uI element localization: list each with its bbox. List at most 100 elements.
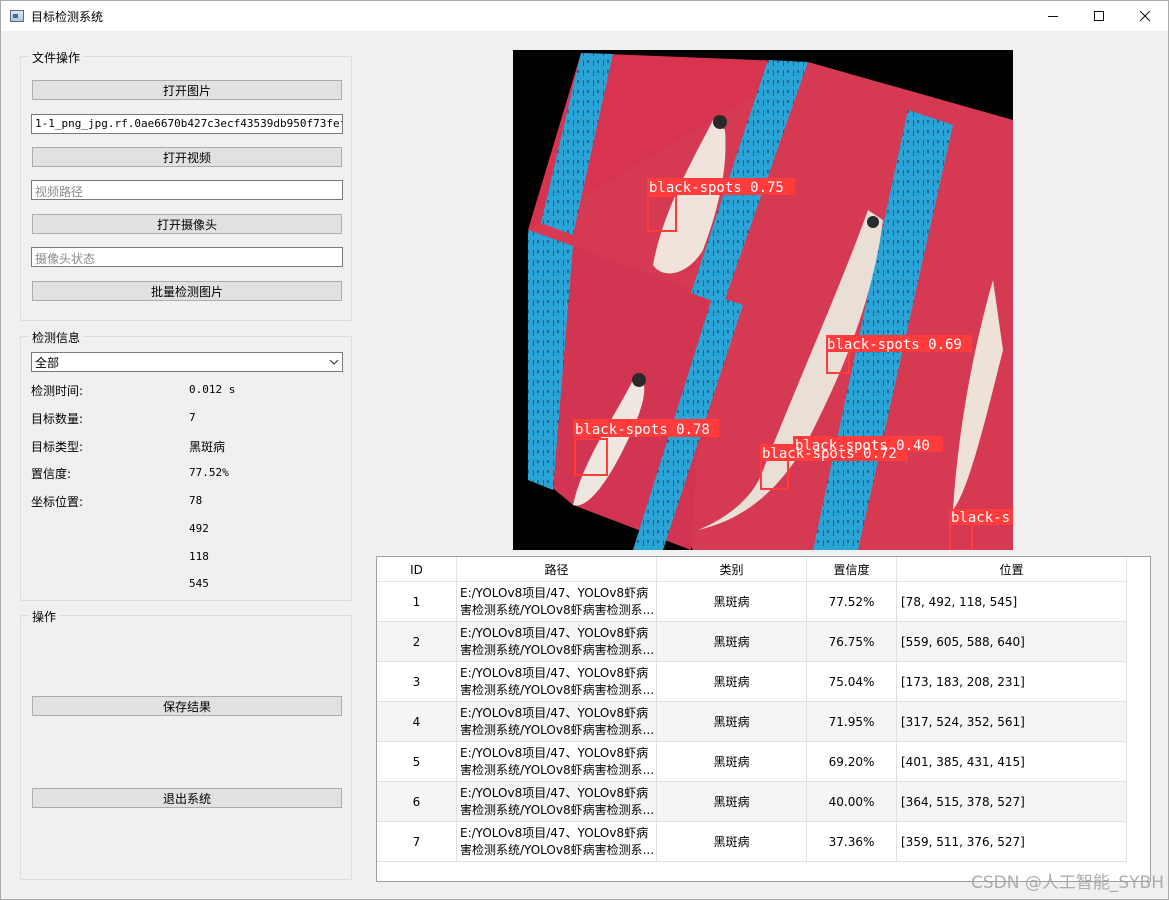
cell-class: 黑斑病 (657, 622, 807, 661)
cell-confidence: 37.36% (807, 822, 897, 861)
cell-path-line1: E:/YOLOv8项目/47、YOLOv8虾病 (460, 785, 649, 800)
position-label: 坐标位置: (31, 495, 84, 509)
file-operations-title: 文件操作 (29, 49, 84, 66)
window-title: 目标检测系统 (31, 9, 104, 24)
table-row[interactable]: 7 E:/YOLOv8项目/47、YOLOv8虾病 害检测系统/YOLOv8虾病害… (377, 822, 1127, 862)
open-image-button[interactable]: 打开图片 (32, 80, 342, 100)
cell-id: 1 (377, 582, 457, 621)
detection-info-group: 检测信息 全部 检测时间: 0.012 s 目标数量: 7 目标类型: 黑斑病 … (20, 329, 352, 601)
cell-path: E:/YOLOv8项目/47、YOLOv8虾病 害检测系统/YOLOv8虾病害检测… (457, 622, 657, 661)
maximize-icon (1093, 10, 1104, 21)
header-confidence[interactable]: 置信度 (807, 557, 897, 582)
cell-path-line1: E:/YOLOv8项目/47、YOLOv8虾病 (460, 745, 649, 760)
cell-id: 5 (377, 742, 457, 781)
detection-info-title: 检测信息 (29, 329, 84, 346)
cell-confidence: 40.00% (807, 782, 897, 821)
cell-class: 黑斑病 (657, 662, 807, 701)
target-count-value: 7 (189, 411, 196, 424)
cell-path-line2: 害检测系统/YOLOv8虾病害检测系... (460, 722, 655, 737)
target-filter-select[interactable]: 全部 (31, 352, 343, 372)
cell-id: 4 (377, 702, 457, 741)
cell-path: E:/YOLOv8项目/47、YOLOv8虾病 害检测系统/YOLOv8虾病害检测… (457, 822, 657, 861)
cell-class: 黑斑病 (657, 822, 807, 861)
chevron-down-icon (329, 359, 339, 365)
position-xmax: 118 (189, 550, 209, 563)
main-window: 目标检测系统 文件操作 打开图片 1-1_png_jpg.rf.0ae6670b… (0, 0, 1169, 900)
table-row[interactable]: 4 E:/YOLOv8项目/47、YOLOv8虾病 害检测系统/YOLOv8虾病害… (377, 702, 1127, 742)
confidence-label: 置信度: (31, 467, 72, 481)
file-operations-group: 文件操作 打开图片 1-1_png_jpg.rf.0ae6670b427c3ec… (20, 49, 352, 321)
cell-path: E:/YOLOv8项目/47、YOLOv8虾病 害检测系统/YOLOv8虾病害检测… (457, 742, 657, 781)
cell-path: E:/YOLOv8项目/47、YOLOv8虾病 害检测系统/YOLOv8虾病害检测… (457, 662, 657, 701)
cell-position: [78, 492, 118, 545] (897, 582, 1127, 621)
cell-path-line1: E:/YOLOv8项目/47、YOLOv8虾病 (460, 705, 649, 720)
cell-path-line2: 害检测系统/YOLOv8虾病害检测系... (460, 842, 655, 857)
detection-label-1: black-spots 0.75 (649, 180, 784, 196)
header-id[interactable]: ID (377, 557, 457, 582)
cell-path: E:/YOLOv8项目/47、YOLOv8虾病 害检测系统/YOLOv8虾病害检测… (457, 582, 657, 621)
table-row[interactable]: 2 E:/YOLOv8项目/47、YOLOv8虾病 害检测系统/YOLOv8虾病害… (377, 622, 1127, 662)
save-result-button[interactable]: 保存结果 (32, 696, 342, 716)
table-row[interactable]: 6 E:/YOLOv8项目/47、YOLOv8虾病 害检测系统/YOLOv8虾病害… (377, 782, 1127, 822)
cell-confidence: 77.52% (807, 582, 897, 621)
detection-label-2: black-spots 0.69 (827, 337, 962, 353)
header-path[interactable]: 路径 (457, 557, 657, 582)
header-position[interactable]: 位置 (897, 557, 1127, 582)
cell-path-line2: 害检测系统/YOLOv8虾病害检测系... (460, 682, 655, 697)
cell-id: 7 (377, 822, 457, 861)
cell-position: [173, 183, 208, 231] (897, 662, 1127, 701)
video-path-field[interactable]: 视频路径 (31, 180, 343, 200)
operations-title: 操作 (29, 608, 60, 625)
exit-system-button[interactable]: 退出系统 (32, 788, 342, 808)
cell-class: 黑斑病 (657, 702, 807, 741)
position-ymax: 545 (189, 577, 209, 590)
table-row[interactable]: 3 E:/YOLOv8项目/47、YOLOv8虾病 害检测系统/YOLOv8虾病害… (377, 662, 1127, 702)
table-row[interactable]: 1 E:/YOLOv8项目/47、YOLOv8虾病 害检测系统/YOLOv8虾病害… (377, 582, 1127, 622)
minimize-icon (1047, 15, 1058, 17)
open-video-button[interactable]: 打开视频 (32, 147, 342, 167)
cell-class: 黑斑病 (657, 742, 807, 781)
detection-result-image: black-spots 0.75 black-spots 0.69 black-… (513, 50, 1013, 550)
cell-path-line2: 害检测系统/YOLOv8虾病害检测系... (460, 802, 655, 817)
batch-detect-button[interactable]: 批量检测图片 (32, 281, 342, 301)
position-xmin: 78 (189, 494, 203, 507)
cell-class: 黑斑病 (657, 782, 807, 821)
cell-path-line2: 害检测系统/YOLOv8虾病害检测系... (460, 642, 655, 657)
close-button[interactable] (1122, 1, 1168, 31)
cell-confidence: 71.95% (807, 702, 897, 741)
cell-class: 黑斑病 (657, 582, 807, 621)
watermark: CSDN @人工智能_SYBH (971, 873, 1164, 893)
minimize-button[interactable] (1030, 1, 1076, 31)
cell-path-line1: E:/YOLOv8项目/47、YOLOv8虾病 (460, 625, 649, 640)
cell-position: [401, 385, 431, 415] (897, 742, 1127, 781)
cell-confidence: 75.04% (807, 662, 897, 701)
cell-id: 6 (377, 782, 457, 821)
cell-path: E:/YOLOv8项目/47、YOLOv8虾病 害检测系统/YOLOv8虾病害检测… (457, 782, 657, 821)
open-camera-button[interactable]: 打开摄像头 (32, 214, 342, 234)
image-path-field[interactable]: 1-1_png_jpg.rf.0ae6670b427c3ecf43539db95… (31, 114, 343, 134)
operations-group: 操作 保存结果 退出系统 (20, 608, 352, 880)
camera-status-field[interactable]: 摄像头状态 (31, 247, 343, 267)
confidence-value: 77.52% (189, 466, 229, 479)
cell-position: [364, 515, 378, 527] (897, 782, 1127, 821)
cell-path-line2: 害检测系统/YOLOv8虾病害检测系... (460, 602, 655, 617)
detection-label-5: black-spots 0.72 (762, 446, 897, 462)
cell-confidence: 69.20% (807, 742, 897, 781)
shrimp-detection-picture: black-spots 0.75 black-spots 0.69 black-… (513, 50, 1013, 550)
maximize-button[interactable] (1076, 1, 1122, 31)
close-icon (1139, 10, 1150, 21)
cell-position: [359, 511, 376, 527] (897, 822, 1127, 861)
detect-time-value: 0.012 s (189, 383, 236, 396)
table-header: ID 路径 类别 置信度 位置 (377, 557, 1127, 582)
cell-id: 2 (377, 622, 457, 661)
cell-path-line2: 害检测系统/YOLOv8虾病害检测系... (460, 762, 655, 777)
target-count-label: 目标数量: (31, 412, 84, 426)
target-type-value: 黑斑病 (189, 440, 226, 454)
detect-time-label: 检测时间: (31, 384, 84, 398)
results-table[interactable]: ID 路径 类别 置信度 位置 1 E:/YOLOv8项目/47、YOLOv8虾… (376, 556, 1151, 882)
cell-confidence: 76.75% (807, 622, 897, 661)
target-type-label: 目标类型: (31, 440, 84, 454)
app-icon (10, 10, 24, 22)
table-row[interactable]: 5 E:/YOLOv8项目/47、YOLOv8虾病 害检测系统/YOLOv8虾病害… (377, 742, 1127, 782)
header-class[interactable]: 类别 (657, 557, 807, 582)
